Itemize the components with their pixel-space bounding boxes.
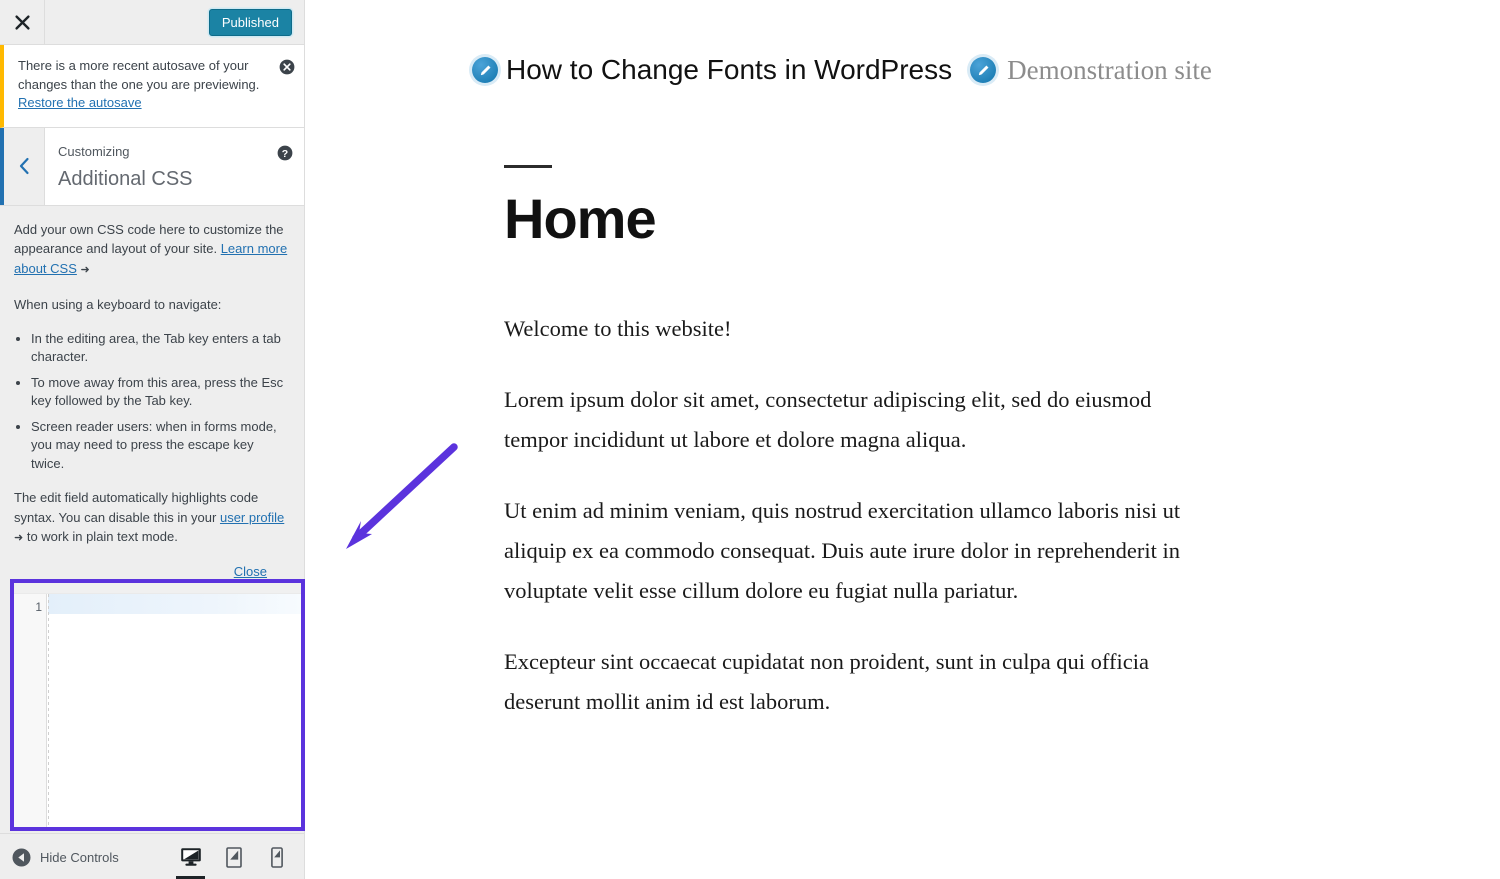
desktop-icon [180,848,201,866]
published-button[interactable]: Published [208,9,292,36]
editor-code-area[interactable]: 1 [14,594,301,827]
list-item: In the editing area, the Tab key enters … [31,330,288,367]
editor-top-strip [14,583,301,594]
editor-active-line [48,594,301,614]
svg-text:?: ? [282,147,288,159]
device-preview-buttons [169,834,298,879]
edit-site-title-shortcut[interactable] [472,57,498,83]
notice-dismiss-button[interactable] [279,59,295,75]
help-circle-icon: ? [277,145,293,160]
keyboard-tips-list: In the editing area, the Tab key enters … [14,330,288,474]
customizer-topbar: Published [0,0,304,45]
content-paragraph: Excepteur sint occaecat cupidatat non pr… [504,649,1149,714]
mobile-icon [270,846,283,868]
hide-controls-button[interactable]: Hide Controls [12,834,119,879]
close-help-link[interactable]: Close [234,564,267,579]
chevron-left-icon [19,157,29,175]
customizer-footer: Hide Controls [0,833,304,879]
device-button-mobile[interactable] [255,834,298,879]
hide-controls-label: Hide Controls [40,849,119,865]
site-preview-frame: How to Change Fonts in WordPress Demonst… [306,0,1500,879]
edit-tagline-shortcut[interactable] [970,57,997,83]
tablet-icon [225,846,242,868]
panel-eyebrow: Customizing [58,143,130,159]
site-tagline: Demonstration site [1007,54,1212,85]
keyboard-heading: When using a keyboard to navigate: [14,297,222,312]
close-icon [14,14,30,30]
edit-pencil-icon [978,65,989,75]
external-link-icon: ➜ [14,532,24,544]
editor-gutter: 1 [14,594,47,827]
customizer-sidebar: Published There is a more recent autosav… [0,0,305,879]
panel-section-header: Customizing Additional CSS ? [0,127,304,206]
user-profile-link[interactable]: user profile [220,510,284,525]
list-item: To move away from this area, press the E… [31,374,288,411]
syntax-paragraph: The edit field automatically highlights … [14,488,288,549]
page-content: Home Welcome to this website! Lorem ipsu… [306,165,1186,722]
content-paragraph: Ut enim ad minim veniam, quis nostrud ex… [504,498,1181,603]
autosave-notice-text: There is a more recent autosave of your … [18,58,260,92]
dismiss-circle-icon [279,59,295,75]
site-header: How to Change Fonts in WordPress Demonst… [306,0,1500,86]
help-button[interactable]: ? [277,145,293,161]
editor-indent-guide [48,594,49,827]
title-divider [504,165,552,168]
device-button-desktop[interactable] [169,834,212,879]
autosave-notice: There is a more recent autosave of your … [0,45,304,128]
customizer-screen: Published There is a more recent autosav… [0,0,1500,879]
panel-titles: Customizing Additional CSS [58,144,193,192]
back-button[interactable] [0,127,45,205]
collapse-circle-icon [12,848,31,866]
syntax-text-after: to work in plain text mode. [23,529,178,544]
restore-autosave-link[interactable]: Restore the autosave [18,95,142,110]
site-title: How to Change Fonts in WordPress [506,54,953,85]
edit-pencil-icon [480,65,490,75]
content-paragraph: Lorem ipsum dolor sit amet, consectetur … [504,387,1152,452]
panel-title: Additional CSS [58,167,193,190]
additional-css-editor[interactable]: 1 [10,579,305,831]
device-button-tablet[interactable] [212,834,255,879]
page-title: Home [504,187,657,250]
close-customizer-button[interactable] [0,0,45,44]
css-intro-paragraph: Add your own CSS code here to customize … [14,220,288,281]
list-item: Screen reader users: when in forms mode,… [31,418,288,474]
content-paragraph: Welcome to this website! [504,316,732,341]
panel-description: Add your own CSS code here to customize … [0,205,304,581]
external-link-icon: ➜ [80,263,90,276]
editor-line-number: 1 [35,600,42,614]
